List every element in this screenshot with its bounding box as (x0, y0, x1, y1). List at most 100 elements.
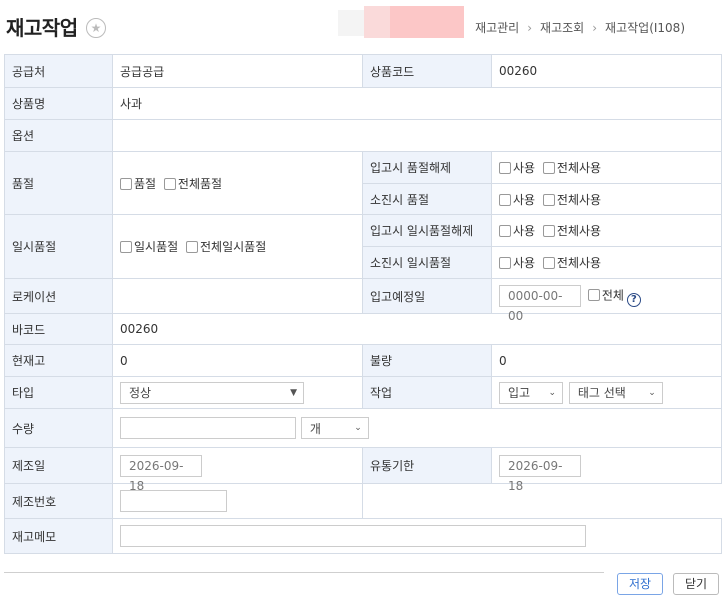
quantity-cell: 개 ⌄ (112, 408, 722, 448)
soldout-exhaust-label: 소진시 품절 (362, 183, 492, 215)
breadcrumb-item[interactable]: 재고조회 (540, 21, 584, 35)
breadcrumb: 재고관리 › 재고조회 › 재고작업(I108) (475, 19, 685, 36)
temp-exhaust-label: 소진시 일시품절 (362, 246, 492, 279)
chevron-down-icon: ⌄ (648, 387, 656, 398)
checkbox-label: 사용 (513, 161, 536, 175)
checkbox-label: 전체사용 (556, 256, 602, 270)
mfg-date-cell: 2026-09-18 (112, 447, 363, 493)
close-button[interactable]: 닫기 (673, 573, 719, 595)
type-label: 타입 (4, 376, 113, 409)
header: 재고작업 ★ 재고관리 › 재고조회 › 재고작업(I108) (0, 0, 725, 54)
tag-select[interactable]: 태그 선택 ⌄ (568, 381, 663, 404)
work-selected: 입고 (508, 386, 531, 400)
temp-soldout-options: 일시품절 전체일시품절 (112, 214, 363, 279)
checkbox-label: 전체사용 (556, 161, 602, 175)
footer-divider (4, 572, 604, 573)
temp-release-options: 사용 전체사용 (491, 214, 722, 247)
star-icon[interactable]: ★ (86, 18, 106, 38)
soldout-release-all-checkbox[interactable] (542, 162, 555, 174)
unit-select[interactable]: 개 ⌄ (300, 417, 369, 439)
soldout-checkbox-label: 품절 (134, 176, 157, 191)
chevron-right-icon: › (592, 21, 598, 35)
empty-cell (362, 483, 722, 519)
quantity-input[interactable] (120, 417, 296, 439)
breadcrumb-item[interactable]: 재고관리 (475, 21, 519, 35)
type-select[interactable]: 정상 ▼ (120, 381, 304, 404)
option-label: 옵션 (4, 119, 113, 152)
product-code-value: 00260 (491, 54, 722, 88)
redacted-block (338, 10, 366, 36)
temp-exhaust-use-checkbox[interactable] (499, 257, 511, 269)
soldout-exhaust-use-checkbox[interactable] (499, 193, 511, 206)
checkbox-label: 전체사용 (556, 192, 602, 207)
expected-date-cell: 0000-00-00 전체? (491, 278, 722, 323)
checkbox-label: 전체사용 (556, 224, 602, 238)
temp-exhaust-options: 사용 전체사용 (491, 246, 722, 279)
type-selected: 정상 (129, 386, 152, 400)
save-button[interactable]: 저장 (617, 573, 663, 595)
mfg-date-input[interactable]: 2026-09-18 (120, 454, 202, 493)
all-soldout-checkbox-label: 전체품절 (177, 176, 223, 191)
option-value (112, 119, 722, 152)
chevron-right-icon: › (527, 21, 533, 35)
barcode-value: 00260 (112, 313, 722, 345)
location-label: 로케이션 (4, 278, 113, 314)
memo-input[interactable] (120, 525, 586, 547)
quantity-label: 수량 (4, 408, 113, 448)
mfg-number-label: 제조번호 (4, 483, 113, 519)
defect-value: 0 (491, 344, 722, 377)
soldout-release-use-checkbox[interactable] (499, 162, 511, 174)
all-soldout-checkbox[interactable] (163, 177, 176, 190)
soldout-label: 품절 (4, 151, 113, 215)
temp-release-use-checkbox[interactable] (499, 225, 511, 237)
checkbox-label: 사용 (513, 224, 536, 238)
work-label: 작업 (362, 376, 492, 409)
checkbox-label: 일시품절 (134, 240, 179, 254)
temp-soldout-checkbox[interactable] (120, 241, 132, 253)
expiry-date-cell: 2026-09-18 (491, 447, 722, 493)
checkbox-label: 사용 (513, 256, 536, 270)
expected-date-all-checkbox[interactable] (587, 289, 600, 302)
expiry-date-input[interactable]: 2026-09-18 (499, 454, 581, 493)
current-stock-label: 현재고 (4, 344, 113, 377)
soldout-checkbox[interactable] (120, 177, 132, 190)
work-select[interactable]: 입고 ⌄ (499, 381, 563, 404)
expected-date-input[interactable]: 0000-00-00 (499, 284, 581, 323)
temp-exhaust-all-checkbox[interactable] (542, 257, 555, 269)
help-icon[interactable]: ? (626, 293, 641, 308)
soldout-exhaust-all-checkbox[interactable] (542, 193, 555, 206)
memo-cell (112, 518, 722, 554)
breadcrumb-item: 재고작업(I108) (605, 21, 685, 35)
location-value (112, 278, 363, 314)
soldout-exhaust-options: 사용 전체사용 (491, 183, 722, 215)
work-cell: 입고 ⌄ 태그 선택 ⌄ (491, 376, 722, 409)
type-cell: 정상 ▼ (112, 376, 363, 409)
chevron-down-icon: ⌄ (354, 423, 362, 433)
tag-selected: 태그 선택 (577, 386, 626, 400)
redacted-block (364, 6, 392, 38)
checkbox-label: 사용 (513, 192, 536, 207)
unit-selected: 개 (309, 421, 321, 436)
soldout-release-options: 사용 전체사용 (491, 151, 722, 184)
product-name-value: 사과 (112, 87, 722, 120)
mfg-number-input[interactable] (120, 490, 227, 512)
current-stock-value: 0 (112, 344, 363, 377)
redacted-block (390, 6, 464, 38)
expected-date-label: 입고예정일 (362, 278, 492, 314)
product-code-label: 상품코드 (362, 54, 492, 88)
barcode-label: 바코드 (4, 313, 113, 345)
caret-down-icon: ▼ (290, 387, 297, 398)
memo-label: 재고메모 (4, 518, 113, 554)
supplier-label: 공급처 (4, 54, 113, 88)
stock-work-form: 공급처 공급공급 상품코드 00260 상품명 사과 옵션 품절 품절 전체품절… (4, 54, 722, 554)
soldout-options: 품절 전체품절 (112, 151, 363, 215)
expiry-date-label: 유통기한 (362, 447, 492, 484)
temp-release-all-checkbox[interactable] (542, 225, 555, 237)
temp-release-label: 입고시 일시품절해제 (362, 214, 492, 247)
all-temp-soldout-checkbox[interactable] (186, 241, 198, 253)
page-title: 재고작업 (6, 16, 78, 40)
soldout-release-label: 입고시 품절해제 (362, 151, 492, 184)
chevron-down-icon: ⌄ (548, 387, 556, 398)
checkbox-label: 전체일시품절 (200, 240, 267, 254)
defect-label: 불량 (362, 344, 492, 377)
